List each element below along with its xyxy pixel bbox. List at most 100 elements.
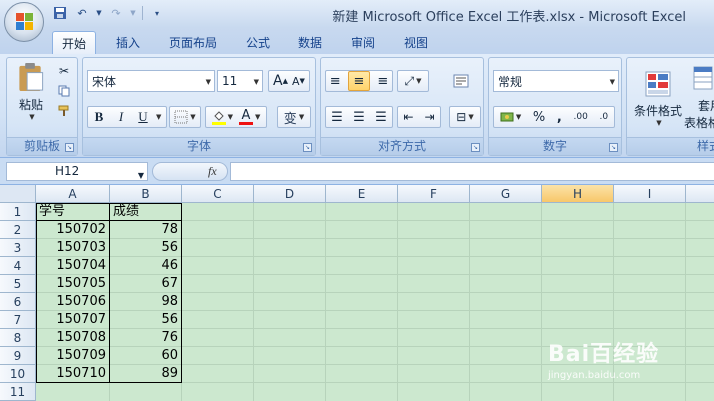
italic-button[interactable]: I bbox=[110, 109, 132, 125]
gridline bbox=[325, 203, 326, 401]
row-header-2[interactable]: 2 bbox=[0, 221, 36, 239]
column-header-h[interactable]: H bbox=[542, 185, 614, 203]
align-center-icon[interactable]: ☰ bbox=[353, 110, 365, 125]
number-format-value: 常规 bbox=[498, 74, 523, 89]
align-bottom-icon[interactable]: ≡ bbox=[377, 74, 388, 89]
grow-font-button[interactable]: A bbox=[273, 73, 283, 89]
tab-view[interactable]: 视图 bbox=[394, 31, 438, 54]
column-header-i[interactable]: I bbox=[614, 185, 686, 203]
cut-icon[interactable]: ✂ bbox=[55, 62, 73, 80]
decrease-decimal-button[interactable]: .0 bbox=[600, 112, 609, 122]
format-painter-icon[interactable] bbox=[55, 102, 73, 120]
copy-icon[interactable] bbox=[55, 82, 73, 100]
decrease-indent-icon[interactable]: ⇤ bbox=[403, 110, 413, 124]
paste-button[interactable]: 粘贴 ▼ bbox=[11, 60, 51, 122]
percent-button[interactable]: % bbox=[533, 110, 545, 125]
cell-b10[interactable]: 89 bbox=[110, 365, 181, 383]
shrink-font-button[interactable]: A bbox=[292, 75, 300, 88]
gridline bbox=[253, 203, 254, 401]
cell-b7[interactable]: 56 bbox=[110, 311, 181, 329]
row-header-7[interactable]: 7 bbox=[0, 311, 36, 329]
column-header-g[interactable]: G bbox=[470, 185, 542, 203]
conditional-format-button[interactable]: 条件格式 ▼ bbox=[629, 60, 687, 136]
currency-icon[interactable]: ▼ bbox=[500, 111, 521, 123]
cell-a8[interactable]: 150708 bbox=[36, 329, 109, 347]
increase-decimal-button[interactable]: .00 bbox=[574, 112, 588, 122]
format-as-table-button[interactable]: 套用 表格格 bbox=[684, 60, 714, 136]
paste-dropdown-icon[interactable]: ▼ bbox=[29, 113, 34, 121]
row-header-3[interactable]: 3 bbox=[0, 239, 36, 257]
cell-a6[interactable]: 150706 bbox=[36, 293, 109, 311]
cell-b9[interactable]: 60 bbox=[110, 347, 181, 365]
alignment-launcher-icon[interactable]: ↘ bbox=[471, 143, 480, 152]
select-all-corner[interactable] bbox=[0, 185, 36, 203]
tab-review[interactable]: 审阅 bbox=[341, 31, 385, 54]
row-header-10[interactable]: 10 bbox=[0, 365, 36, 383]
tab-formulas[interactable]: 公式 bbox=[236, 31, 280, 54]
comma-button[interactable]: , bbox=[557, 110, 562, 125]
row-header-5[interactable]: 5 bbox=[0, 275, 36, 293]
row-header-6[interactable]: 6 bbox=[0, 293, 36, 311]
cell-a2[interactable]: 150702 bbox=[36, 221, 109, 239]
cell-a9[interactable]: 150709 bbox=[36, 347, 109, 365]
increase-indent-icon[interactable]: ⇥ bbox=[424, 110, 434, 124]
cell-b6[interactable]: 98 bbox=[110, 293, 181, 311]
borders-button[interactable]: ▼ bbox=[169, 106, 201, 128]
column-header-partial[interactable] bbox=[686, 185, 714, 203]
align-top-icon[interactable]: ≡ bbox=[330, 74, 341, 89]
font-color-dropdown-icon[interactable]: ▼ bbox=[255, 113, 260, 121]
font-color-button[interactable]: A bbox=[239, 109, 253, 125]
font-name-select[interactable]: 宋体 ▼ bbox=[87, 70, 215, 92]
cell-b5[interactable]: 67 bbox=[110, 275, 181, 293]
row-header-9[interactable]: 9 bbox=[0, 347, 36, 365]
insert-function-button[interactable]: fx bbox=[208, 164, 217, 179]
fill-color-icon[interactable] bbox=[211, 110, 226, 125]
row-header-8[interactable]: 8 bbox=[0, 329, 36, 347]
merge-center-button[interactable]: ⊟ ▼ bbox=[449, 106, 481, 128]
wrap-text-icon[interactable] bbox=[449, 70, 473, 92]
clipboard-launcher-icon[interactable]: ↘ bbox=[65, 143, 74, 152]
tab-home[interactable]: 开始 bbox=[52, 31, 96, 54]
cell-a5[interactable]: 150705 bbox=[36, 275, 109, 293]
cell-a10[interactable]: 150710 bbox=[36, 365, 109, 383]
office-button[interactable] bbox=[4, 2, 44, 42]
align-left-icon[interactable]: ☰ bbox=[331, 110, 343, 125]
align-right-icon[interactable]: ☰ bbox=[375, 110, 387, 125]
cell-a7[interactable]: 150707 bbox=[36, 311, 109, 329]
row-header-1[interactable]: 1 bbox=[0, 203, 36, 221]
cell-b3[interactable]: 56 bbox=[110, 239, 181, 257]
tab-insert[interactable]: 插入 bbox=[106, 31, 150, 54]
cell-b4[interactable]: 46 bbox=[110, 257, 181, 275]
table-format-label: 套用 bbox=[698, 99, 714, 113]
number-format-select[interactable]: 常规 ▼ bbox=[493, 70, 619, 92]
formula-input[interactable] bbox=[230, 162, 714, 181]
cell-a1[interactable]: 学号 bbox=[36, 203, 109, 221]
row-header-11[interactable]: 11 bbox=[0, 383, 36, 401]
font-launcher-icon[interactable]: ↘ bbox=[303, 143, 312, 152]
row-header-4[interactable]: 4 bbox=[0, 257, 36, 275]
column-header-c[interactable]: C bbox=[182, 185, 254, 203]
tab-page-layout[interactable]: 页面布局 bbox=[160, 31, 226, 54]
bold-button[interactable]: B bbox=[88, 109, 110, 125]
fill-dropdown-icon[interactable]: ▼ bbox=[228, 113, 233, 121]
cell-b2[interactable]: 78 bbox=[110, 221, 181, 239]
chevron-down-icon[interactable]: ▼ bbox=[138, 167, 144, 184]
font-size-select[interactable]: 11 ▼ bbox=[217, 70, 263, 92]
column-header-f[interactable]: F bbox=[398, 185, 470, 203]
orientation-button[interactable]: ⤢ ▼ bbox=[397, 70, 429, 92]
underline-button[interactable]: U bbox=[132, 109, 154, 125]
cell-a3[interactable]: 150703 bbox=[36, 239, 109, 257]
column-header-a[interactable]: A bbox=[36, 185, 110, 203]
column-header-b[interactable]: B bbox=[110, 185, 182, 203]
tab-data[interactable]: 数据 bbox=[288, 31, 332, 54]
name-box[interactable]: H12 ▼ bbox=[6, 162, 148, 181]
column-header-e[interactable]: E bbox=[326, 185, 398, 203]
number-launcher-icon[interactable]: ↘ bbox=[609, 143, 618, 152]
column-header-d[interactable]: D bbox=[254, 185, 326, 203]
phonetic-button[interactable]: 变 ▼ bbox=[277, 106, 311, 128]
underline-dropdown-icon[interactable]: ▼ bbox=[156, 113, 161, 121]
cell-b8[interactable]: 76 bbox=[110, 329, 181, 347]
cell-a4[interactable]: 150704 bbox=[36, 257, 109, 275]
cell-b1[interactable]: 成绩 bbox=[110, 203, 181, 221]
align-middle-icon[interactable]: ≡ bbox=[347, 71, 370, 91]
